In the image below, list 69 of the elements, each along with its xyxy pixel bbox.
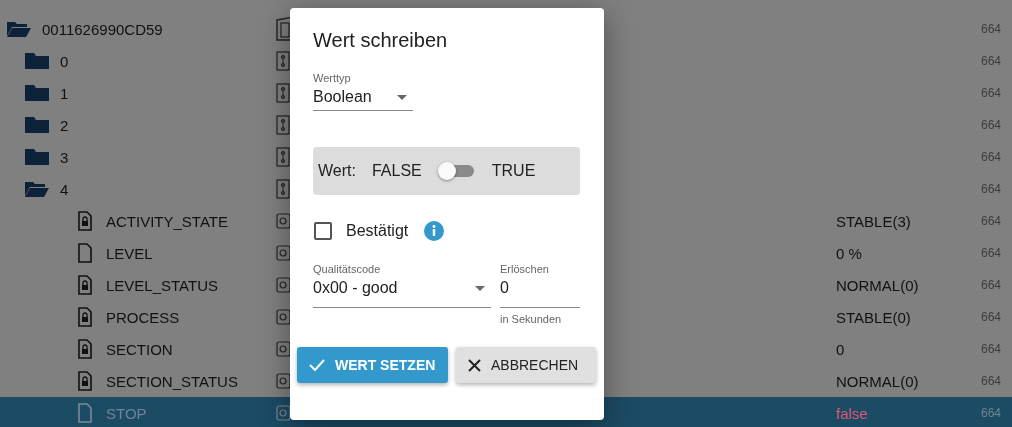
value-type-select[interactable]: Werttyp Boolean bbox=[313, 72, 413, 111]
folder-icon[interactable] bbox=[24, 84, 50, 102]
slider-icon bbox=[276, 115, 290, 135]
dropdown-caret-icon bbox=[475, 285, 485, 291]
expire-hint: in Sekunden bbox=[500, 313, 563, 325]
true-label: TRUE bbox=[491, 162, 536, 180]
folder-icon[interactable] bbox=[24, 52, 50, 70]
id-number: 664 bbox=[981, 182, 1002, 196]
state-value: STABLE(0) bbox=[836, 308, 911, 326]
id-number: 664 bbox=[981, 22, 1002, 36]
node-name[interactable]: LEVEL bbox=[106, 244, 153, 262]
state-icon bbox=[276, 373, 290, 389]
node-name[interactable]: LEVEL_STATUS bbox=[106, 276, 218, 294]
false-label: FALSE bbox=[371, 162, 422, 180]
set-value-button[interactable]: WERT SETZEN bbox=[297, 347, 448, 383]
node-name[interactable]: STOP bbox=[106, 404, 147, 422]
slider-icon bbox=[276, 147, 290, 167]
acknowledged-label: Bestätigt bbox=[346, 222, 409, 240]
dropdown-caret-icon bbox=[397, 94, 407, 100]
cancel-button[interactable]: ABBRECHEN bbox=[456, 347, 596, 383]
id-number: 664 bbox=[981, 214, 1002, 228]
node-name[interactable]: 4 bbox=[60, 180, 69, 198]
acknowledged-checkbox[interactable] bbox=[314, 222, 332, 240]
id-number: 664 bbox=[981, 118, 1002, 132]
quality-code-select[interactable]: Qualitätscode 0x00 - good bbox=[313, 263, 491, 308]
state-value: 0 bbox=[836, 340, 845, 358]
slider-icon bbox=[276, 83, 290, 103]
folder-icon[interactable] bbox=[24, 148, 50, 166]
check-icon bbox=[309, 359, 325, 371]
state-value: NORMAL(0) bbox=[836, 276, 919, 294]
node-name[interactable]: SECTION bbox=[106, 340, 173, 358]
id-number: 664 bbox=[981, 278, 1002, 292]
state-value: NORMAL(0) bbox=[836, 372, 919, 390]
value-toggle[interactable] bbox=[437, 161, 476, 181]
id-number: 664 bbox=[981, 406, 1002, 420]
state-icon bbox=[276, 341, 290, 357]
node-name[interactable]: 0011626990CD59 bbox=[42, 20, 163, 38]
id-number: 664 bbox=[981, 150, 1002, 164]
slider-icon bbox=[276, 51, 290, 71]
state-value: 0 % bbox=[836, 244, 862, 262]
node-name[interactable]: 1 bbox=[60, 84, 69, 102]
expire-field[interactable]: Erlöschen 0 bbox=[500, 263, 580, 308]
node-name[interactable]: 3 bbox=[60, 148, 69, 166]
slider-icon bbox=[276, 179, 290, 199]
state-icon bbox=[276, 277, 290, 293]
open-folder-icon[interactable] bbox=[6, 20, 32, 38]
state-value: false bbox=[836, 404, 868, 422]
id-number: 664 bbox=[981, 54, 1002, 68]
state-value: STABLE(3) bbox=[836, 212, 911, 230]
state-icon bbox=[276, 405, 290, 421]
node-name[interactable]: PROCESS bbox=[106, 308, 180, 326]
node-name[interactable]: ACTIVITY_STATE bbox=[106, 212, 228, 230]
node-name[interactable]: SECTION_STATUS bbox=[106, 372, 238, 390]
dialog-title: Wert schreiben bbox=[313, 27, 448, 53]
open-folder-icon[interactable] bbox=[24, 180, 50, 198]
close-icon bbox=[468, 358, 481, 372]
node-name[interactable]: 0 bbox=[60, 52, 69, 70]
id-number: 664 bbox=[981, 374, 1002, 388]
state-icon bbox=[276, 213, 290, 229]
id-number: 664 bbox=[981, 342, 1002, 356]
node-name[interactable]: 2 bbox=[60, 116, 69, 134]
id-number: 664 bbox=[981, 86, 1002, 100]
state-icon bbox=[276, 309, 290, 325]
state-icon bbox=[276, 245, 290, 261]
info-icon[interactable] bbox=[424, 221, 445, 241]
id-number: 664 bbox=[981, 310, 1002, 324]
id-number: 664 bbox=[981, 246, 1002, 260]
value-label: Wert: bbox=[318, 162, 356, 180]
folder-icon[interactable] bbox=[24, 116, 50, 134]
